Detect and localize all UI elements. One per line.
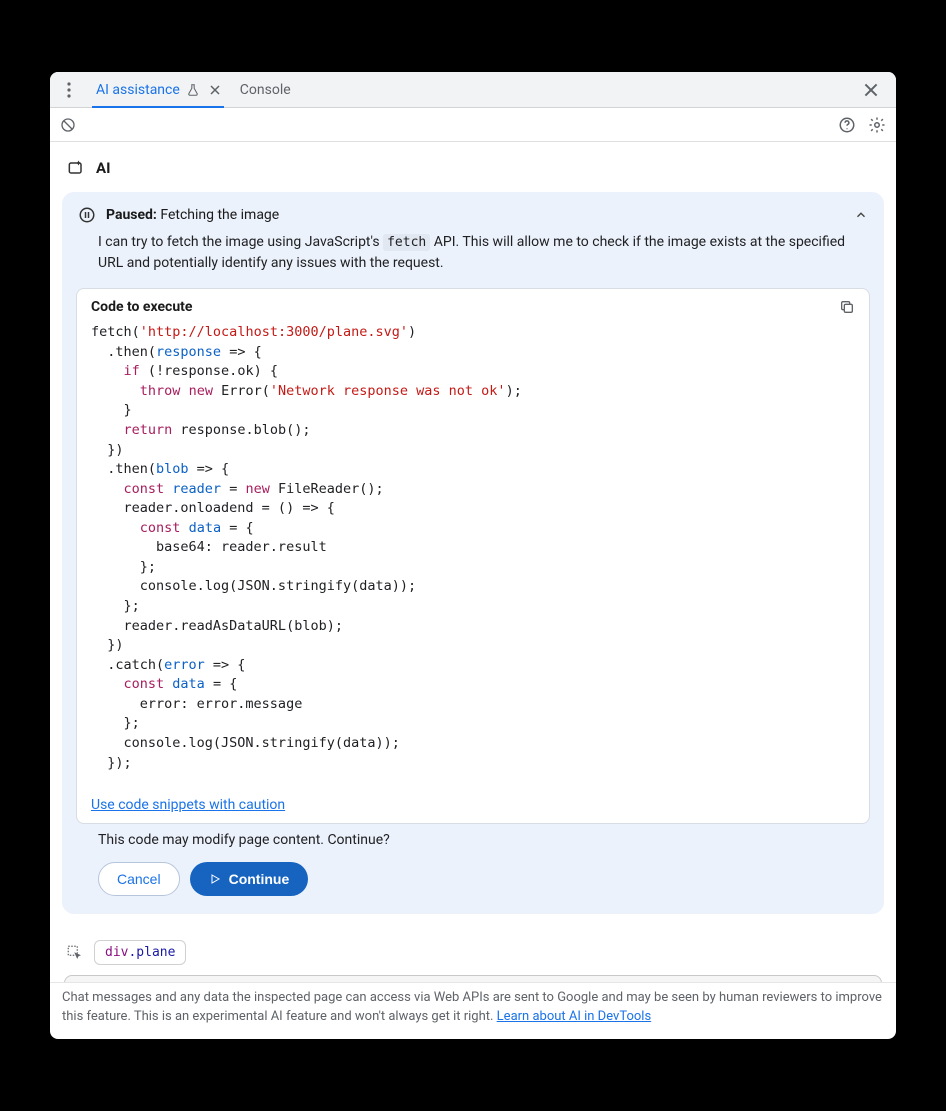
caution-row: Use code snippets with caution — [77, 787, 869, 823]
close-panel-icon[interactable] — [864, 83, 892, 97]
copy-icon[interactable] — [839, 299, 855, 315]
footer-link[interactable]: Learn about AI in DevTools — [497, 1009, 651, 1024]
play-icon — [209, 873, 221, 885]
element-picker-icon[interactable] — [66, 944, 84, 962]
paused-card: Paused: Fetching the image I can try to … — [62, 192, 884, 914]
cancel-button[interactable]: Cancel — [98, 862, 180, 896]
caution-link[interactable]: Use code snippets with caution — [91, 797, 285, 813]
continue-button[interactable]: Continue — [190, 862, 309, 896]
tab-label: AI assistance — [96, 82, 180, 98]
code-block: Code to execute fetch('http://localhost:… — [76, 288, 870, 824]
ai-title: AI — [96, 159, 110, 177]
card-header: Paused: Fetching the image — [62, 192, 884, 232]
code-block-title: Code to execute — [91, 299, 192, 315]
paused-status-text: Fetching the image — [160, 207, 279, 223]
code-content[interactable]: fetch('http://localhost:3000/plane.svg')… — [77, 321, 869, 787]
main-content: AI Paused: Fetching the image I can try … — [50, 142, 896, 982]
warning-text: This code may modify page content. Conti… — [62, 824, 884, 862]
kebab-menu-icon[interactable] — [60, 82, 78, 98]
card-description: I can try to fetch the image using JavaS… — [62, 232, 884, 288]
chip-tag: div — [105, 945, 128, 960]
close-tab-icon[interactable] — [210, 85, 220, 95]
element-chip[interactable]: div.plane — [94, 940, 186, 965]
devtools-window: AI assistance Console — [50, 72, 896, 1039]
toolbar — [50, 108, 896, 142]
desc-pre: I can try to fetch the image using JavaS… — [98, 234, 383, 250]
help-icon[interactable] — [838, 116, 856, 134]
tab-console[interactable]: Console — [230, 72, 301, 107]
ai-header: AI — [62, 158, 884, 178]
footer-text: Chat messages and any data the inspected… — [62, 990, 882, 1024]
chip-class: .plane — [128, 945, 175, 960]
continue-label: Continue — [229, 871, 290, 887]
ask-row — [62, 975, 884, 982]
clear-icon[interactable] — [60, 117, 76, 133]
tab-label: Console — [240, 82, 291, 98]
footer: Chat messages and any data the inspected… — [50, 982, 896, 1039]
paused-label: Paused: — [106, 207, 157, 223]
ask-input[interactable] — [64, 975, 882, 982]
ai-sparkle-icon — [66, 158, 86, 178]
desc-code: fetch — [383, 234, 430, 251]
flask-icon — [186, 83, 200, 97]
selected-element-row: div.plane — [62, 940, 884, 975]
tab-ai-assistance[interactable]: AI assistance — [86, 72, 230, 107]
pause-icon — [78, 206, 96, 224]
button-row: Cancel Continue — [62, 862, 884, 914]
tab-bar: AI assistance Console — [50, 72, 896, 108]
chevron-up-icon[interactable] — [854, 208, 868, 222]
gear-icon[interactable] — [868, 116, 886, 134]
